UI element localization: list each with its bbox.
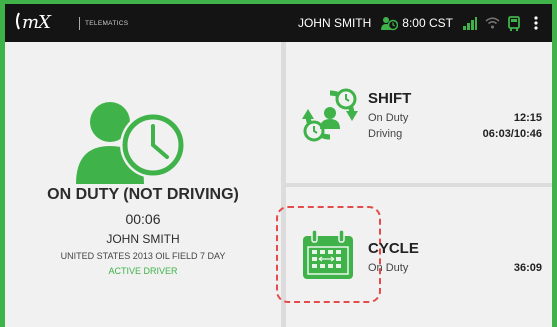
brand-mark: mX: [14, 9, 72, 37]
brand-logo: mX TELEMATICS: [14, 9, 128, 37]
menu-dots-icon[interactable]: [534, 16, 538, 30]
hours-panel: SHIFT On Duty 12:15 Driving 06:03/10:46: [276, 42, 552, 327]
user-name[interactable]: JOHN SMITH: [298, 16, 371, 30]
cycle-title: CYCLE: [368, 240, 419, 257]
brand-subtitle: TELEMATICS: [85, 19, 129, 27]
shift-on-duty-value: 12:15: [513, 112, 542, 124]
shift-title: SHIFT: [368, 90, 412, 107]
driver-name: JOHN SMITH: [106, 232, 180, 246]
logo-divider: [79, 16, 80, 30]
cycle-on-duty-value: 36:09: [513, 262, 542, 274]
clock-time: 8:00 CST: [402, 16, 453, 30]
mx-logo-icon: mX: [16, 12, 53, 33]
duty-timer: 00:06: [125, 211, 161, 227]
duty-status: ON DUTY (NOT DRIVING): [47, 186, 239, 203]
active-driver-badge: ACTIVE DRIVER: [108, 266, 178, 276]
truck-icon[interactable]: [508, 15, 520, 31]
card-divider: [286, 183, 552, 187]
calendar-icon: [300, 229, 356, 286]
brand-text: mX: [22, 12, 52, 33]
top-bar: mX TELEMATICS JOHN SMITH 8:00 CST: [5, 4, 552, 42]
ruleset-label: UNITED STATES 2013 OIL FIELD 7 DAY: [60, 251, 226, 261]
driver-status-panel[interactable]: ON DUTY (NOT DRIVING) 00:06 JOHN SMITH U…: [5, 42, 281, 327]
cycle-on-duty-label: On Duty: [368, 262, 409, 274]
shift-cycle-icon: [300, 87, 362, 148]
shift-driving-label: Driving: [368, 128, 403, 140]
driver-clock-icon[interactable]: [381, 16, 399, 31]
shift-on-duty-label: On Duty: [368, 112, 409, 124]
signal-icon: [463, 16, 477, 30]
status-area: JOHN SMITH 8:00 CST: [298, 15, 538, 31]
driver-clock-icon: [74, 100, 194, 189]
shift-driving-value: 06:03/10:46: [482, 128, 542, 140]
wifi-icon: [485, 17, 500, 29]
